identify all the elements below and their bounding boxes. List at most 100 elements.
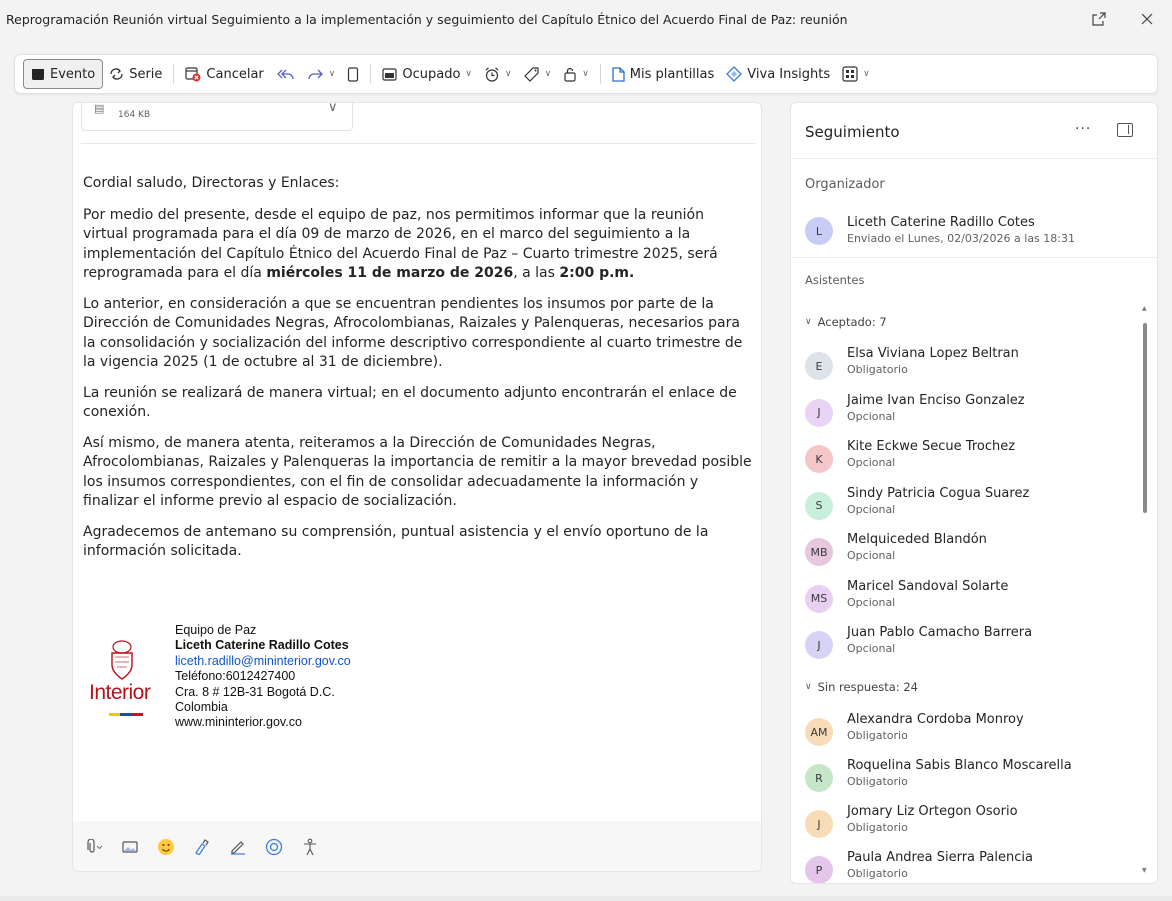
divider — [81, 143, 755, 144]
attendee-entry[interactable]: K Kite Eckwe Secue Trochez Opcional — [805, 439, 1125, 479]
attendee-entry[interactable]: AM Alexandra Cordoba Monroy Obligatorio — [805, 712, 1125, 752]
chevron-down-icon[interactable]: ∨ — [328, 103, 338, 115]
categorize-dropdown[interactable]: ∨ — [518, 59, 558, 89]
cancel-button-label: Cancelar — [206, 66, 264, 82]
template-icon — [612, 66, 625, 82]
image-icon[interactable] — [119, 836, 141, 858]
avatar: MS — [805, 584, 833, 613]
tracking-title: Seguimiento — [805, 123, 900, 141]
viva-insights-button[interactable]: Viva Insights — [720, 59, 836, 89]
apps-icon — [842, 66, 858, 82]
event-button-label: Evento — [50, 66, 96, 82]
no-response-group-toggle[interactable]: ∨ Sin respuesta: 24 — [805, 680, 918, 694]
busy-status-label: Ocupado — [402, 66, 461, 82]
attendee-entry[interactable]: MB Melquiceded Blandón Opcional — [805, 532, 1125, 572]
busy-icon — [382, 67, 397, 81]
tag-icon — [523, 66, 539, 82]
repeat-icon — [110, 68, 123, 80]
attendee-entry[interactable]: S Sindy Patricia Cogua Suarez Opcional — [805, 486, 1125, 526]
attendee-entry[interactable]: MS Maricel Sandoval Solarte Opcional — [805, 579, 1125, 619]
avatar: P — [805, 856, 833, 883]
message-panel: ▤ 164 KB · · · ∨ Cordial saludo, Directo… — [72, 102, 762, 872]
accepted-group-toggle[interactable]: ∨ Aceptado: 7 — [805, 315, 887, 329]
toolbar: Evento Serie Cancelar ∨ Ocupado ∨ ∨ ∨ ∨ … — [14, 54, 1158, 94]
attendee-role: Opcional — [847, 409, 896, 423]
reply-all-icon — [276, 69, 294, 80]
attendees-label: Asistentes — [805, 273, 865, 287]
title-bar: Reprogramación Reunión virtual Seguimien… — [0, 0, 1172, 38]
close-icon[interactable] — [1137, 9, 1157, 29]
attachment-more-icon[interactable]: · · · — [272, 103, 301, 108]
signature-email-link[interactable]: liceth.radillo@mininterior.gov.co — [175, 654, 351, 669]
attendee-entry[interactable]: J Jaime Ivan Enciso Gonzalez Opcional — [805, 393, 1125, 433]
my-templates-label: Mis plantillas — [629, 66, 715, 82]
accessibility-icon[interactable] — [299, 836, 321, 858]
attach-icon[interactable] — [83, 836, 105, 858]
divider — [791, 257, 1157, 258]
scrollbar[interactable]: ▲ ▼ — [1141, 305, 1149, 881]
organizer-name: Liceth Caterine Radillo Cotes — [847, 215, 1035, 230]
format-paint-icon[interactable] — [191, 836, 213, 858]
cancel-button[interactable]: Cancelar — [179, 59, 269, 89]
attendee-entry[interactable]: E Elsa Viviana Lopez Beltran Obligatorio — [805, 346, 1125, 386]
attendee-entry[interactable]: P Paula Andrea Sierra Palencia Obligatorio — [805, 850, 1125, 883]
reply-all-button[interactable] — [270, 59, 300, 89]
my-templates-button[interactable]: Mis plantillas — [606, 59, 720, 89]
attendee-name: Elsa Viviana Lopez Beltran — [847, 346, 1019, 361]
attendee-name: Paula Andrea Sierra Palencia — [847, 850, 1033, 865]
avatar: J — [805, 810, 833, 838]
scroll-down-icon[interactable]: ▼ — [1142, 867, 1147, 874]
avatar: J — [805, 631, 833, 659]
forward-button[interactable]: ∨ — [300, 59, 342, 89]
avatar: MB — [805, 538, 833, 566]
attachment-card[interactable]: ▤ 164 KB · · · ∨ — [81, 103, 353, 131]
lock-icon — [564, 67, 576, 82]
more-options-icon[interactable]: ··· — [1075, 121, 1091, 137]
paragraph-4: Así mismo, de manera atenta, reiteramos … — [83, 434, 752, 510]
apps-dropdown[interactable]: ∨ — [836, 59, 876, 89]
greeting: Cordial saludo, Directoras y Enlaces: — [83, 175, 340, 191]
busy-status-dropdown[interactable]: Ocupado ∨ — [376, 59, 478, 89]
compose-toolbar — [73, 821, 761, 871]
event-button[interactable]: Evento — [23, 59, 104, 89]
avatar: AM — [805, 718, 833, 746]
emoji-icon[interactable] — [155, 836, 177, 858]
paragraph-2: Lo anterior, en consideración a que se e… — [83, 295, 743, 371]
coat-of-arms-logo — [111, 640, 133, 680]
attendee-entry[interactable]: J Juan Pablo Camacho Barrera Opcional — [805, 625, 1125, 665]
viva-insights-label: Viva Insights — [747, 66, 831, 82]
interior-logo-text: Interior — [89, 681, 151, 704]
tracking-header: Seguimiento ··· — [791, 103, 1157, 159]
reminder-dropdown[interactable]: ∨ — [478, 59, 518, 89]
series-button[interactable]: Serie — [103, 59, 168, 89]
avatar: J — [805, 398, 833, 427]
signature-pen-icon[interactable] — [227, 836, 249, 858]
copy-button[interactable] — [341, 59, 365, 89]
scrollbar-thumb[interactable] — [1143, 323, 1147, 513]
signature-phone: Teléfono:6012427400 — [175, 669, 296, 684]
attendee-entry[interactable]: R Roquelina Sabis Blanco Moscarella Obliga… — [805, 758, 1125, 798]
organizer-entry[interactable]: L Liceth Caterine Radillo Cotes Enviado … — [805, 213, 1145, 253]
alarm-icon — [485, 67, 499, 82]
chevron-down-icon: ∨ — [328, 69, 336, 79]
attendee-entry[interactable]: J Jomary Liz Ortegon Osorio Obligatorio — [805, 804, 1125, 844]
paragraph-1: Por medio del presente, desde el equipo … — [83, 206, 718, 282]
calendar-icon — [32, 68, 44, 80]
forward-icon — [308, 69, 323, 80]
attendee-role: Opcional — [847, 456, 896, 469]
attendee-role: Opcional — [847, 549, 896, 562]
attendee-name: Jomary Liz Ortegon Osorio — [847, 804, 1018, 819]
attendee-role: Obligatorio — [847, 729, 908, 742]
series-button-label: Serie — [129, 66, 163, 82]
loop-icon[interactable] — [263, 836, 285, 858]
dock-panel-icon[interactable] — [1117, 123, 1133, 137]
avatar: E — [805, 352, 833, 380]
privacy-dropdown[interactable]: ∨ — [557, 59, 595, 89]
attendee-name: Roquelina Sabis Blanco Moscarella — [847, 758, 1072, 773]
paragraph-5: Agradecemos de antemano su comprensión, … — [83, 523, 709, 560]
popout-icon[interactable] — [1089, 9, 1109, 29]
scroll-up-icon[interactable]: ▲ — [1142, 305, 1147, 312]
attendee-name: Maricel Sandoval Solarte — [847, 578, 1009, 594]
toolbar-divider — [599, 64, 601, 84]
chevron-down-icon: ∨ — [465, 69, 473, 79]
